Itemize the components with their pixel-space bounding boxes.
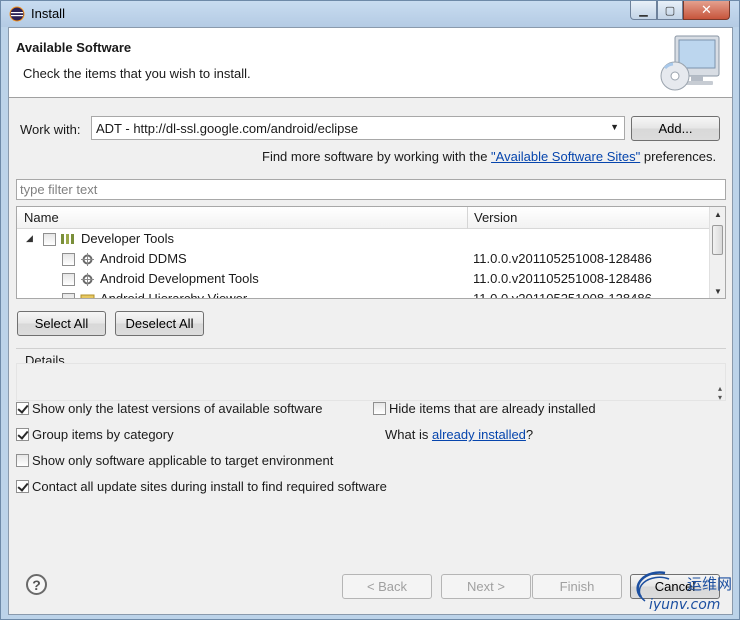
scroll-down-icon[interactable]: ▼ xyxy=(714,287,722,296)
next-button-label: Next > xyxy=(467,579,505,594)
tree-row[interactable]: Android Hierarchy Viewer 11.0.0.v2011052… xyxy=(17,289,709,299)
plugin-gear-icon xyxy=(81,253,94,266)
collapse-arrow-icon[interactable]: ◢ xyxy=(26,233,33,244)
finish-button[interactable]: Finish xyxy=(532,574,622,599)
target-env-label[interactable]: Show only software applicable to target … xyxy=(32,453,333,468)
tree-checkbox[interactable] xyxy=(43,233,56,246)
next-button[interactable]: Next > xyxy=(441,574,531,599)
software-tree[interactable]: Name Version ◢ Developer Tools Android D… xyxy=(16,206,726,299)
find-more-prefix: Find more software by working with the xyxy=(262,149,492,164)
work-with-value: ADT - http://dl-ssl.google.com/android/e… xyxy=(96,121,359,136)
deselect-all-label: Deselect All xyxy=(125,316,194,331)
available-sites-link[interactable]: "Available Software Sites" xyxy=(491,149,640,164)
close-button[interactable]: ✕ xyxy=(683,1,730,20)
tree-row-version: 11.0.0.v201105251008-128486 xyxy=(473,251,652,266)
tree-row[interactable]: Android DDMS 11.0.0.v201105251008-128486 xyxy=(17,249,709,269)
install-computer-icon xyxy=(660,35,720,91)
help-icon[interactable]: ? xyxy=(26,574,47,595)
column-separator[interactable] xyxy=(467,207,468,229)
tree-row-name: Android Hierarchy Viewer xyxy=(100,291,248,299)
latest-versions-label[interactable]: Show only the latest versions of availab… xyxy=(32,401,323,416)
dialog-header: Available Software Check the items that … xyxy=(9,28,732,98)
tree-row[interactable]: ◢ Developer Tools xyxy=(17,229,709,249)
column-header-name[interactable]: Name xyxy=(24,210,59,225)
tree-checkbox[interactable] xyxy=(62,253,75,266)
what-is-installed-text: What is already installed? xyxy=(385,427,533,442)
latest-versions-checkbox[interactable] xyxy=(16,402,29,415)
tree-checkbox[interactable] xyxy=(62,273,75,286)
already-installed-link[interactable]: already installed xyxy=(432,427,526,442)
watermark-text-2: iyunv.com xyxy=(649,597,720,611)
tree-row-version: 11.0.0.v201105251008-128486 xyxy=(473,291,652,299)
work-with-label: Work with: xyxy=(20,122,81,137)
plugin-gear-icon xyxy=(81,273,94,286)
watermark-text-1: 运维网 xyxy=(687,575,732,593)
filter-placeholder: type filter text xyxy=(20,182,98,197)
title-bar[interactable]: Install ▁ ▢ ✕ xyxy=(1,1,739,27)
find-more-text: Find more software by working with the "… xyxy=(262,149,716,164)
page-title: Available Software xyxy=(16,40,132,55)
dialog-body: Available Software Check the items that … xyxy=(8,27,733,615)
hide-installed-label[interactable]: Hide items that are already installed xyxy=(389,401,596,416)
group-by-category-label[interactable]: Group items by category xyxy=(32,427,174,442)
back-button[interactable]: < Back xyxy=(342,574,432,599)
back-button-label: < Back xyxy=(366,579,408,594)
contact-sites-checkbox[interactable] xyxy=(16,480,29,493)
what-is-suffix: ? xyxy=(525,427,534,442)
details-text-area[interactable]: ▴ ▾ xyxy=(16,363,726,402)
minimize-button[interactable]: ▁ xyxy=(630,1,657,20)
close-icon: ✕ xyxy=(701,2,712,17)
chevron-down-icon[interactable]: ▼ xyxy=(610,122,619,132)
filter-input[interactable]: type filter text xyxy=(16,179,726,200)
tree-row-name: Android DDMS xyxy=(100,251,187,266)
group-by-category-checkbox[interactable] xyxy=(16,428,29,441)
deselect-all-button[interactable]: Deselect All xyxy=(115,311,204,336)
add-site-button-label: Add... xyxy=(658,121,693,136)
scroll-up-icon[interactable]: ▲ xyxy=(714,210,722,219)
scroll-thumb[interactable] xyxy=(712,225,723,255)
minimize-icon: ▁ xyxy=(639,4,648,17)
tree-checkbox[interactable] xyxy=(62,293,75,298)
tree-row-version: 11.0.0.v201105251008-128486 xyxy=(473,271,652,286)
page-description: Check the items that you wish to install… xyxy=(23,66,251,81)
maximize-icon: ▢ xyxy=(664,4,676,17)
eclipse-icon xyxy=(9,6,25,22)
tree-row-name: Android Development Tools xyxy=(100,271,259,286)
category-icon xyxy=(61,234,74,244)
tree-scrollbar[interactable]: ▲ ▼ xyxy=(709,207,725,298)
tree-header: Name Version xyxy=(17,207,709,229)
work-with-combo[interactable]: ADT - http://dl-ssl.google.com/android/e… xyxy=(91,116,625,140)
plugin-folder-icon xyxy=(80,294,95,298)
tree-row-name: Developer Tools xyxy=(81,231,174,246)
hide-installed-checkbox[interactable] xyxy=(373,402,386,415)
find-more-suffix: preferences. xyxy=(640,149,717,164)
iyunv-watermark-logo: 运维网 iyunv.com xyxy=(636,571,732,611)
select-all-button[interactable]: Select All xyxy=(17,311,106,336)
add-site-button[interactable]: Add... xyxy=(631,116,720,141)
select-all-label: Select All xyxy=(34,316,89,331)
finish-button-label: Finish xyxy=(559,579,595,594)
column-header-version[interactable]: Version xyxy=(474,210,517,225)
details-section: Details ▴ ▾ xyxy=(16,348,726,402)
contact-sites-label[interactable]: Contact all update sites during install … xyxy=(32,479,387,494)
target-env-checkbox[interactable] xyxy=(16,454,29,467)
install-window: Install ▁ ▢ ✕ Available Software Check t… xyxy=(0,0,740,620)
maximize-button[interactable]: ▢ xyxy=(657,1,683,20)
tree-row[interactable]: Android Development Tools 11.0.0.v201105… xyxy=(17,269,709,289)
window-title: Install xyxy=(31,6,65,21)
details-scroll-icon[interactable]: ▴ ▾ xyxy=(718,384,722,402)
what-is-prefix: What is xyxy=(385,427,432,442)
